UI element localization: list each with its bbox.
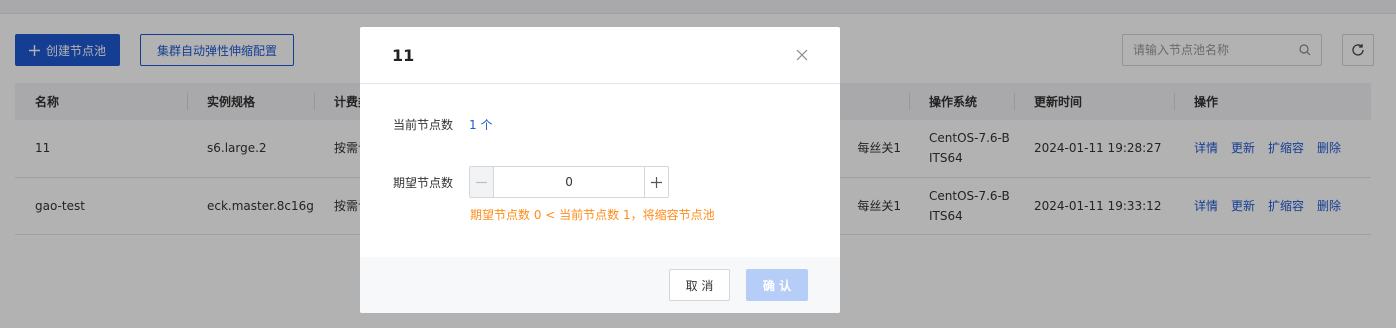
confirm-button[interactable]: 确 认 (746, 269, 808, 301)
close-icon[interactable] (796, 49, 808, 61)
current-count-label: 当前节点数 (393, 118, 454, 132)
minus-icon (476, 181, 488, 183)
desired-count-row: 期望节点数 (393, 166, 670, 198)
current-count-row: 当前节点数 1 个 (393, 116, 492, 133)
scale-warning: 期望节点数 0 < 当前节点数 1，将缩容节点池 (470, 208, 715, 222)
dialog-header: 11 (360, 27, 840, 84)
desired-count-label: 期望节点数 (393, 175, 454, 190)
plus-icon (651, 176, 663, 188)
desired-count-input[interactable] (494, 167, 645, 197)
current-count-value: 1 个 (469, 118, 493, 132)
decrement-button[interactable] (470, 167, 495, 197)
dialog-body: 当前节点数 1 个 期望节点数 期望节点数 0 < 当前节点数 1，将缩容节点池 (360, 84, 840, 257)
quantity-stepper (469, 166, 670, 198)
dialog-title: 11 (392, 45, 415, 65)
increment-button[interactable] (644, 167, 668, 197)
dialog-footer: 取 消 确 认 (360, 257, 840, 313)
cancel-button[interactable]: 取 消 (669, 269, 730, 301)
scale-dialog: 11 当前节点数 1 个 期望节点数 期望节点数 0 < 当前节点数 1，将缩容… (360, 27, 840, 313)
